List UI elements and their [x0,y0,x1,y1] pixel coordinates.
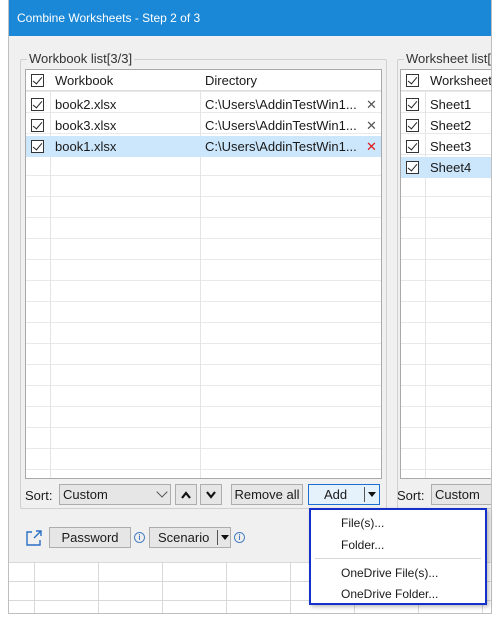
row-checkbox-icon[interactable] [406,98,419,111]
move-down-button[interactable] [200,484,222,505]
worksheet-name: Sheet4 [430,160,472,175]
workbook-name: book3.xlsx [55,118,117,133]
menu-item-files[interactable]: File(s)... [311,512,485,534]
window-title: Combine Worksheets - Step 2 of 3 [9,0,491,36]
header-worksheet[interactable]: Worksheet [430,73,491,88]
info-icon[interactable]: i [134,532,145,543]
dropdown-arrow-icon[interactable] [220,534,230,541]
worksheet-sort-select[interactable]: Custom [431,484,491,505]
row-checkbox-icon[interactable] [406,140,419,153]
row-checkbox-icon[interactable] [31,140,44,153]
workbook-list-title: Workbook list[3/3] [27,51,135,66]
split-divider [364,487,365,502]
add-button-label: Add [324,487,348,502]
select-all-checkbox-icon[interactable] [31,74,44,87]
chevron-down-icon [156,486,168,498]
delete-icon[interactable]: ✕ [366,98,377,111]
row-checkbox-icon[interactable] [406,119,419,132]
row-checkbox-icon[interactable] [31,119,44,132]
row-checkbox-icon[interactable] [31,98,44,111]
down-arrow-icon [206,490,216,499]
header-workbook[interactable]: Workbook [55,73,113,88]
list-item[interactable]: Sheet4 [401,157,491,178]
add-dropdown-menu: File(s)... Folder... OneDrive File(s)...… [309,508,487,605]
password-button[interactable]: Password [49,527,131,548]
row-checkbox-icon[interactable] [406,161,419,174]
list-item[interactable]: Sheet2 [401,115,491,136]
table-row[interactable]: book2.xlsx C:\Users\AddinTestWin1... ✕ [26,94,381,115]
scenario-label: Scenario [158,530,210,545]
info-icon[interactable]: i [234,532,245,543]
worksheet-name: Sheet1 [430,97,472,112]
share-icon[interactable] [25,529,43,547]
list-item[interactable]: Sheet3 [401,136,491,157]
workbook-header-row: Workbook Directory [26,70,381,91]
workbook-grid[interactable]: Workbook Directory book2.xlsx C:\Users\A… [25,69,382,479]
workbook-directory: C:\Users\AddinTestWin1... [205,97,357,112]
workbook-directory: C:\Users\AddinTestWin1... [205,139,357,154]
worksheet-name: Sheet2 [430,118,472,133]
worksheet-sort-value: Custom [435,487,480,502]
list-item[interactable]: Sheet1 [401,94,491,115]
delete-icon[interactable]: ✕ [366,119,377,132]
worksheet-name: Sheet3 [430,139,472,154]
worksheet-grid[interactable]: Worksheet Sheet1 Sheet2 Sheet3 Sheet4 [400,69,491,479]
move-up-button[interactable] [175,484,197,505]
select-all-checkbox-icon[interactable] [406,74,419,87]
menu-separator [315,558,481,559]
header-directory[interactable]: Directory [205,73,257,88]
sort-select[interactable]: Custom [59,484,171,505]
split-divider [217,530,218,545]
delete-icon[interactable]: ✕ [366,140,377,153]
sort-value: Custom [63,487,108,502]
workbook-directory: C:\Users\AddinTestWin1... [205,118,357,133]
up-arrow-icon [181,490,191,499]
table-row[interactable]: book1.xlsx C:\Users\AddinTestWin1... ✕ [26,136,381,157]
worksheet-list-title: Worksheet list[4 [404,51,491,66]
menu-item-folder[interactable]: Folder... [311,534,485,556]
add-button[interactable]: Add [308,484,380,505]
scenario-button[interactable]: Scenario [149,527,231,548]
dropdown-arrow-icon[interactable] [367,491,377,498]
remove-all-button[interactable]: Remove all [231,484,303,505]
workbook-name: book1.xlsx [55,139,117,154]
worksheet-header-row: Worksheet [401,70,491,91]
table-row[interactable]: book3.xlsx C:\Users\AddinTestWin1... ✕ [26,115,381,136]
workbook-name: book2.xlsx [55,97,117,112]
worksheet-sort-label: Sort: [397,488,425,503]
menu-item-onedrive-folder[interactable]: OneDrive Folder... [311,583,485,605]
menu-item-onedrive-files[interactable]: OneDrive File(s)... [311,562,485,584]
sort-label: Sort: [25,488,53,503]
